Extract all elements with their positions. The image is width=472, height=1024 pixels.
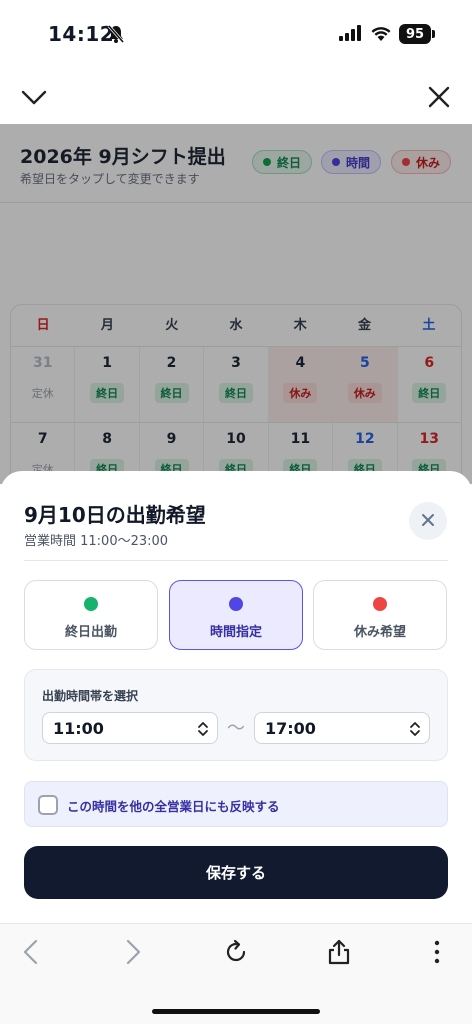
browser-top-bar	[0, 70, 472, 124]
modal-backdrop[interactable]	[0, 124, 472, 484]
option-label: 終日出勤	[64, 625, 117, 640]
time-range-panel: 出勤時間帯を選択 11:00 〜 17:00	[24, 669, 448, 761]
green-dot-icon	[84, 597, 98, 611]
option-all-day-button[interactable]: 終日出勤	[24, 580, 158, 650]
back-icon[interactable]	[20, 938, 42, 970]
option-off-button[interactable]: 休み希望	[313, 580, 447, 650]
updown-chevron-icon	[409, 721, 421, 741]
option-label: 休み希望	[353, 625, 406, 640]
apply-all-days-label: この時間を他の全営業日にも反映する	[67, 799, 280, 814]
business-hours: 営業時間 11:00〜23:00	[24, 534, 169, 549]
option-label: 時間指定	[209, 625, 262, 640]
range-separator: 〜	[227, 718, 245, 739]
sheet-close-button[interactable]	[409, 502, 447, 540]
browser-toolbar	[0, 923, 472, 1024]
reload-icon[interactable]	[222, 938, 250, 970]
close-icon[interactable]	[426, 84, 452, 114]
save-button[interactable]: 保存する	[24, 846, 448, 899]
end-time-value: 17:00	[265, 719, 316, 738]
status-time: 14:12	[48, 22, 115, 46]
chevron-down-icon[interactable]	[20, 84, 48, 114]
close-icon	[421, 512, 435, 531]
bell-muted-icon	[106, 24, 126, 48]
apply-all-days-checkbox[interactable]	[38, 795, 58, 815]
forward-icon[interactable]	[122, 938, 144, 970]
end-time-select[interactable]: 17:00	[254, 712, 430, 744]
updown-chevron-icon	[197, 721, 209, 741]
divider	[24, 560, 448, 561]
start-time-select[interactable]: 11:00	[42, 712, 218, 744]
purple-dot-icon	[229, 597, 243, 611]
more-options-icon[interactable]	[432, 938, 442, 970]
cellular-signal-icon	[339, 25, 363, 45]
shift-request-sheet: 9月10日の出勤希望 営業時間 11:00〜23:00 終日出勤 時間指定 休み…	[0, 471, 472, 923]
battery-tip	[432, 30, 435, 38]
home-indicator	[152, 1009, 320, 1014]
apply-all-days-row[interactable]: この時間を他の全営業日にも反映する	[24, 781, 448, 827]
option-time-button[interactable]: 時間指定	[169, 580, 303, 650]
status-bar: 14:12 95	[0, 0, 472, 70]
start-time-value: 11:00	[53, 719, 104, 738]
time-range-label: 出勤時間帯を選択	[42, 689, 139, 703]
sheet-title: 9月10日の出勤希望	[24, 503, 206, 527]
battery-indicator: 95	[399, 24, 431, 44]
wifi-icon	[370, 24, 392, 46]
share-icon[interactable]	[326, 938, 352, 970]
red-dot-icon	[373, 597, 387, 611]
